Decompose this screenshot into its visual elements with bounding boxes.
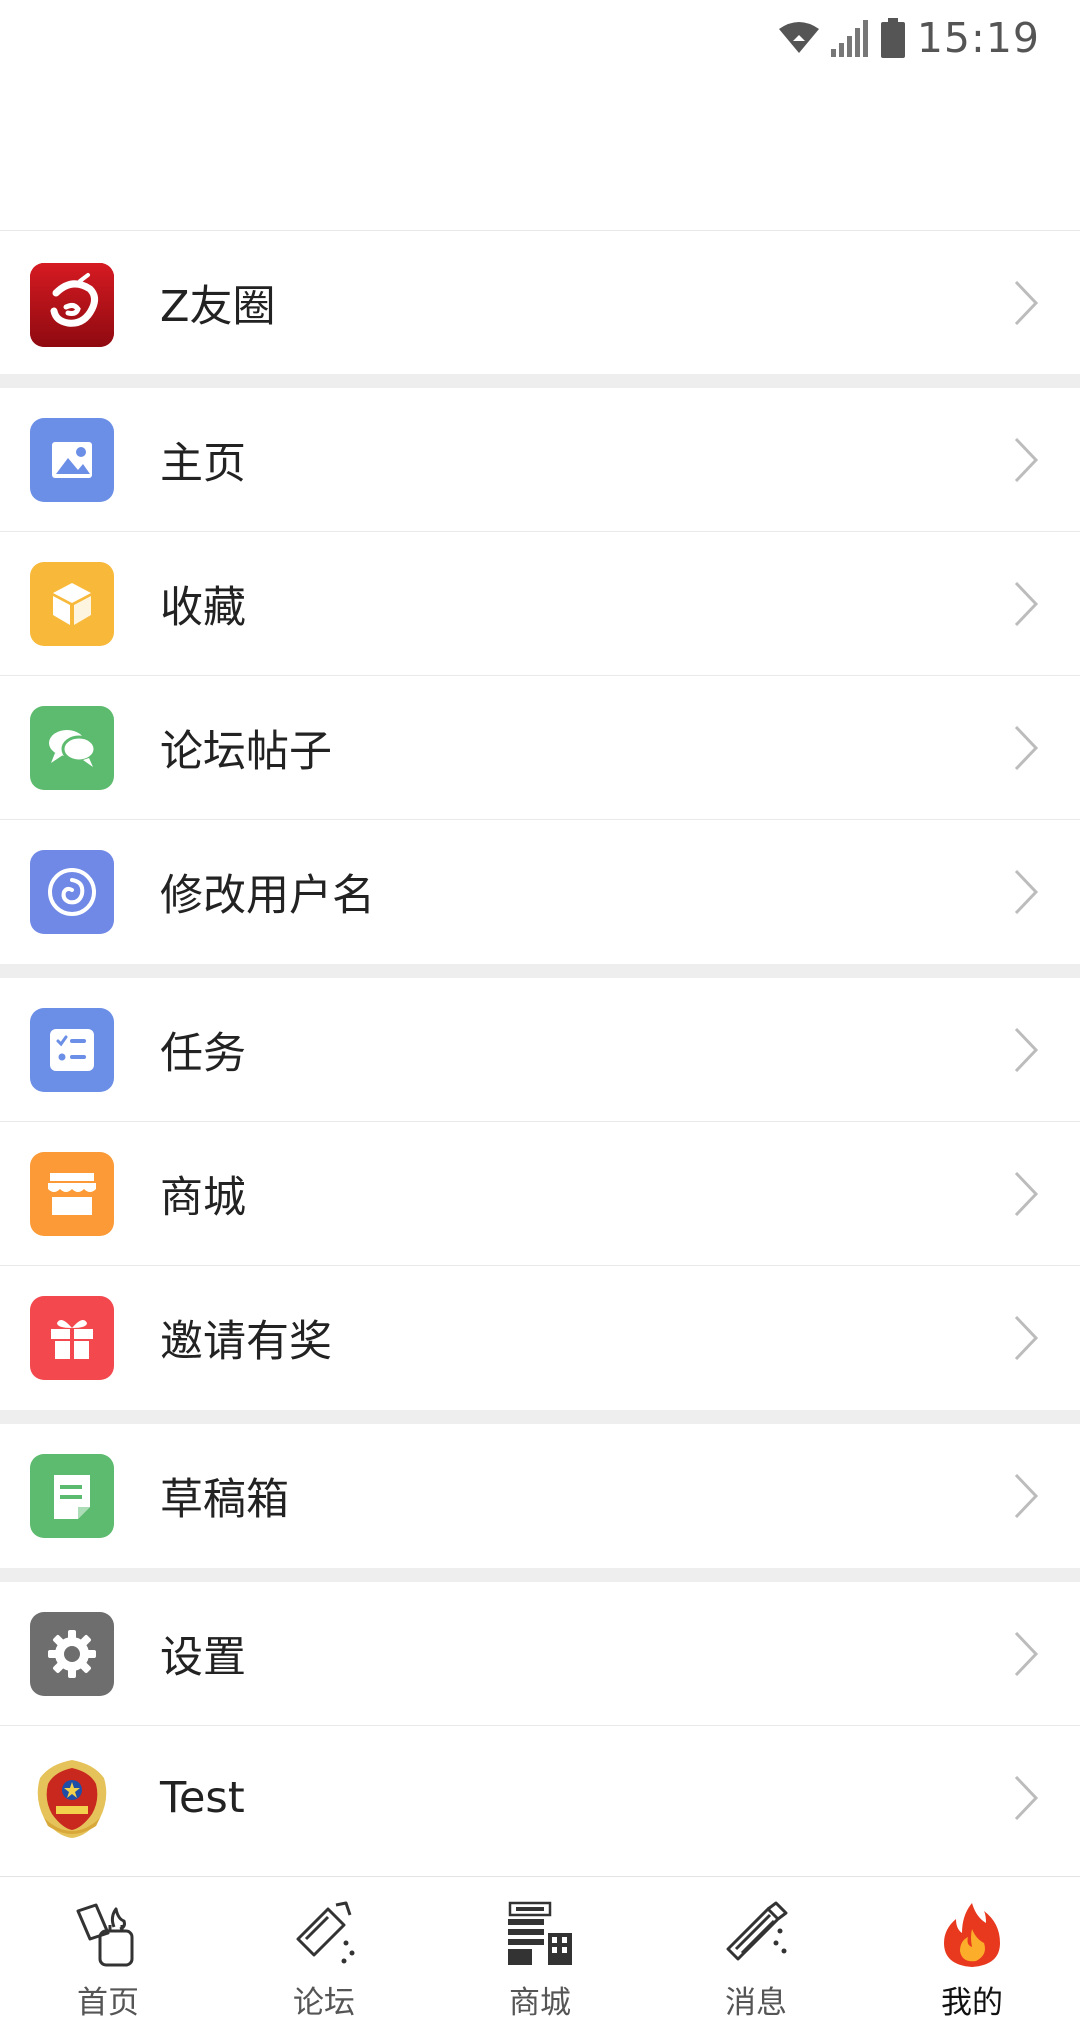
tab-label: 商城 xyxy=(509,1985,571,2021)
menu-item-label: Test xyxy=(160,1773,245,1823)
chevron-right-icon xyxy=(1014,1775,1039,1821)
header-area xyxy=(0,76,1080,231)
zyouquan-logo-icon xyxy=(30,263,114,347)
chevron-right-icon xyxy=(1014,1171,1039,1217)
menu-item-drafts[interactable]: 草稿箱 xyxy=(0,1424,1080,1568)
forum-lighter-icon xyxy=(296,1901,355,1964)
menu-item-invite-rewards[interactable]: 邀请有奖 xyxy=(0,1266,1080,1410)
spiral-icon xyxy=(30,850,114,934)
tab-label: 首页 xyxy=(77,1985,139,2021)
menu-item-label: 草稿箱 xyxy=(160,1475,289,1525)
menu-item-label: 邀请有奖 xyxy=(160,1317,332,1367)
status-icons: 15:19 xyxy=(778,12,1040,64)
tab-label: 论坛 xyxy=(293,1985,355,2021)
menu-item-label: 设置 xyxy=(160,1632,246,1683)
menu-item-settings[interactable]: 设置 xyxy=(0,1582,1080,1726)
cube-icon xyxy=(30,562,114,646)
tab-mall[interactable]: 商城 xyxy=(432,1877,648,2034)
group-divider xyxy=(0,374,1080,388)
menu-item-favorites[interactable]: 收藏 xyxy=(0,532,1080,676)
chevron-right-icon xyxy=(1014,437,1039,483)
menu-item-change-username[interactable]: 修改用户名 xyxy=(0,820,1080,964)
tab-label: 消息 xyxy=(725,1985,787,2021)
police-emblem-avatar xyxy=(30,1756,114,1840)
chat-bubbles-icon xyxy=(30,706,114,790)
chevron-right-icon xyxy=(1014,1315,1039,1361)
menu-item-homepage[interactable]: 主页 xyxy=(0,388,1080,532)
signal-icon xyxy=(830,20,868,57)
group-divider xyxy=(0,964,1080,978)
gear-icon xyxy=(30,1612,114,1696)
chevron-right-icon xyxy=(1014,1027,1039,1073)
tab-label: 我的 xyxy=(941,1985,1003,2021)
menu-item-mall[interactable]: 商城 xyxy=(0,1122,1080,1266)
menu-item-label: 主页 xyxy=(160,438,246,489)
menu-item-label: 修改用户名 xyxy=(160,871,375,921)
group-divider xyxy=(0,1410,1080,1424)
chevron-right-icon xyxy=(1014,280,1039,326)
tab-mine[interactable]: 我的 xyxy=(864,1877,1080,2034)
chevron-right-icon xyxy=(1014,725,1039,771)
chevron-right-icon xyxy=(1014,1631,1039,1677)
menu-list: Z友圈 主页 收藏 论坛帖子 修改用户名 任务 商城 邀请有奖 草稿箱 设置 T… xyxy=(0,231,1080,1870)
menu-item-tasks[interactable]: 任务 xyxy=(0,978,1080,1122)
wifi-icon xyxy=(778,22,819,53)
battery-icon xyxy=(880,18,905,58)
gift-icon xyxy=(30,1296,114,1380)
menu-item-label: Z友圈 xyxy=(160,281,276,332)
image-icon xyxy=(30,418,114,502)
tab-messages[interactable]: 消息 xyxy=(648,1877,864,2034)
menu-item-label: 收藏 xyxy=(160,582,246,633)
chevron-right-icon xyxy=(1014,869,1039,915)
draft-note-icon xyxy=(30,1454,114,1538)
chevron-right-icon xyxy=(1014,581,1039,627)
home-lighter-icon xyxy=(76,1903,134,1967)
store-icon xyxy=(30,1152,114,1236)
store-building-icon xyxy=(508,1901,572,1965)
task-list-icon xyxy=(30,1008,114,1092)
menu-item-label: 商城 xyxy=(160,1172,246,1223)
message-pen-icon xyxy=(726,1901,788,1961)
tab-home[interactable]: 首页 xyxy=(0,1877,216,2034)
status-time: 15:19 xyxy=(916,14,1040,62)
menu-item-zyouquan[interactable]: Z友圈 xyxy=(0,231,1080,374)
status-bar: 15:19 xyxy=(0,0,1080,76)
menu-item-label: 任务 xyxy=(160,1028,246,1079)
menu-item-test-account[interactable]: Test xyxy=(0,1726,1080,1870)
menu-item-forum-posts[interactable]: 论坛帖子 xyxy=(0,676,1080,820)
menu-item-label: 论坛帖子 xyxy=(160,726,332,777)
chevron-right-icon xyxy=(1014,1473,1039,1519)
group-divider xyxy=(0,1568,1080,1582)
bottom-tab-bar: 首页 论坛 商城 消息 我的 xyxy=(0,1876,1080,2034)
flame-icon xyxy=(944,1903,1000,1967)
tab-forum[interactable]: 论坛 xyxy=(216,1877,432,2034)
